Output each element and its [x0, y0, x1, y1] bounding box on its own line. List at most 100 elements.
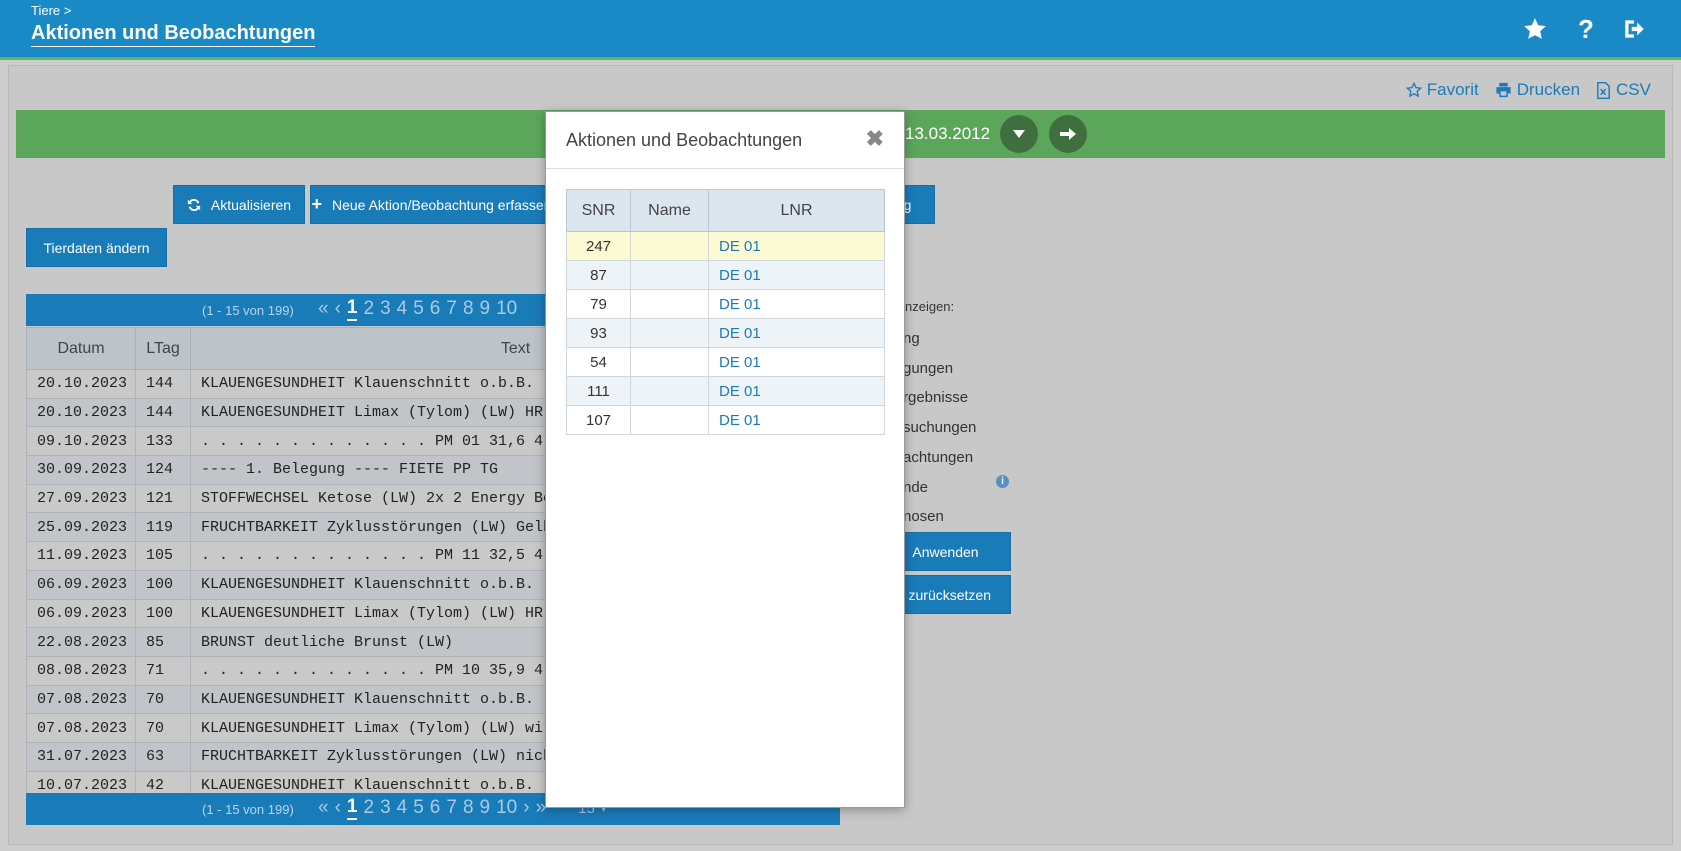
- col-datum[interactable]: Datum: [26, 327, 136, 370]
- refresh-icon: [187, 198, 201, 211]
- favorit-link[interactable]: Favorit: [1405, 80, 1479, 100]
- filter-item[interactable]: rgebnisse: [903, 389, 968, 406]
- cell-datum: 25.09.2023: [26, 512, 136, 543]
- cell-ltag: 144: [135, 369, 191, 399]
- cell-ltag: 133: [135, 426, 191, 457]
- modal-row[interactable]: 107 DE 01: [566, 405, 885, 435]
- modal-row[interactable]: 54 DE 01: [566, 347, 885, 377]
- cell-lnr[interactable]: DE 01: [708, 231, 885, 261]
- page-link[interactable]: 5: [413, 797, 424, 819]
- cell-datum: 22.08.2023: [26, 627, 136, 657]
- page-link[interactable]: 7: [446, 298, 457, 320]
- cell-datum: 20.10.2023: [26, 369, 136, 399]
- logout-icon[interactable]: [1620, 14, 1650, 44]
- col-lnr[interactable]: LNR: [708, 189, 885, 232]
- page-link[interactable]: 4: [397, 797, 408, 819]
- breadcrumb[interactable]: Tiere >: [31, 3, 71, 18]
- filter-item[interactable]: gungen: [903, 360, 953, 377]
- modal-row[interactable]: 111 DE 01: [566, 376, 885, 406]
- star-icon[interactable]: [1520, 14, 1550, 44]
- filter-item[interactable]: suchungen: [903, 419, 976, 436]
- page-link[interactable]: 7: [446, 797, 457, 819]
- cell-name: [630, 318, 709, 348]
- page-link[interactable]: 10: [496, 298, 517, 320]
- cell-lnr[interactable]: DE 01: [708, 376, 885, 406]
- filter-item[interactable]: achtungen: [903, 449, 973, 466]
- page-link[interactable]: 2: [363, 298, 374, 320]
- modal-header: Aktionen und Beobachtungen ✖: [546, 112, 904, 169]
- csv-label: CSV: [1616, 80, 1651, 99]
- cell-datum: 27.09.2023: [26, 483, 136, 514]
- cell-ltag: 100: [135, 598, 191, 629]
- first-page-icon[interactable]: «: [318, 797, 329, 819]
- page-link[interactable]: 8: [463, 298, 474, 320]
- cell-name: [630, 347, 709, 377]
- anwenden-label: Anwenden: [912, 543, 979, 560]
- page-link[interactable]: 3: [380, 298, 391, 320]
- filter-item[interactable]: nde: [903, 479, 928, 496]
- col-name[interactable]: Name: [630, 189, 709, 232]
- next-page-icon[interactable]: ›: [523, 797, 529, 819]
- page-title[interactable]: Aktionen und Beobachtungen: [31, 22, 316, 47]
- neue-aktion-button[interactable]: + Neue Aktion/Beobachtung erfassen: [310, 185, 553, 224]
- modal-row[interactable]: 93 DE 01: [566, 318, 885, 348]
- page-link[interactable]: 9: [480, 797, 491, 819]
- cell-name: [630, 231, 709, 261]
- cell-lnr[interactable]: DE 01: [708, 405, 885, 435]
- neue-aktion-label: Neue Aktion/Beobachtung erfassen: [332, 196, 552, 213]
- tierdaten-label: Tierdaten ändern: [43, 239, 150, 256]
- cell-datum: 11.09.2023: [26, 541, 136, 571]
- favorit-label: Favorit: [1426, 80, 1479, 99]
- aktualisieren-label: Aktualisieren: [210, 196, 292, 213]
- modal-row[interactable]: 79 DE 01: [566, 289, 885, 319]
- modal-row[interactable]: 87 DE 01: [566, 260, 885, 290]
- cell-lnr[interactable]: DE 01: [708, 260, 885, 290]
- first-page-icon[interactable]: «: [318, 298, 329, 320]
- page-link[interactable]: 2: [363, 797, 374, 819]
- star-outline-icon: [1405, 82, 1422, 98]
- csv-link[interactable]: CSV: [1596, 80, 1651, 100]
- cell-snr: 93: [566, 318, 631, 348]
- page-link[interactable]: 3: [380, 797, 391, 819]
- tierdaten-aendern-button[interactable]: Tierdaten ändern: [26, 228, 167, 267]
- date-next-button[interactable]: [1049, 115, 1087, 153]
- cell-datum: 07.08.2023: [26, 713, 136, 743]
- prev-page-icon[interactable]: ‹: [335, 797, 341, 819]
- filter-item[interactable]: nosen: [903, 508, 944, 525]
- page-link[interactable]: 4: [397, 298, 408, 320]
- col-snr[interactable]: SNR: [566, 189, 631, 232]
- page-link[interactable]: 9: [480, 298, 491, 320]
- cell-ltag: 100: [135, 569, 191, 600]
- cell-lnr[interactable]: DE 01: [708, 289, 885, 319]
- col-ltag[interactable]: LTag: [135, 327, 191, 370]
- info-icon[interactable]: i: [996, 475, 1009, 488]
- cell-ltag: 105: [135, 541, 191, 571]
- date-dropdown-button[interactable]: [1000, 115, 1038, 153]
- cell-datum: 06.09.2023: [26, 569, 136, 600]
- help-icon[interactable]: ?: [1571, 14, 1601, 44]
- drucken-label: Drucken: [1516, 80, 1581, 99]
- page-link[interactable]: 6: [430, 797, 441, 819]
- cell-datum: 08.08.2023: [26, 655, 136, 686]
- page-link[interactable]: 8: [463, 797, 474, 819]
- close-icon[interactable]: ✖: [866, 126, 884, 152]
- cell-ltag: 124: [135, 455, 191, 485]
- page-current[interactable]: 1: [346, 796, 358, 820]
- modal-dialog: Aktionen und Beobachtungen ✖ SNR Name LN…: [545, 111, 905, 808]
- drucken-link[interactable]: Drucken: [1495, 80, 1580, 100]
- cell-ltag: 63: [135, 741, 191, 772]
- cell-name: [630, 260, 709, 290]
- cell-lnr[interactable]: DE 01: [708, 318, 885, 348]
- page-link[interactable]: 10: [496, 797, 517, 819]
- modal-row[interactable]: 247 DE 01: [566, 231, 885, 261]
- prev-page-icon[interactable]: ‹: [335, 298, 341, 320]
- filter-item[interactable]: ng: [903, 330, 920, 347]
- caret-down-icon: [1013, 130, 1025, 138]
- cell-lnr[interactable]: DE 01: [708, 347, 885, 377]
- aktualisieren-button[interactable]: Aktualisieren: [173, 185, 305, 224]
- page-link[interactable]: 6: [430, 298, 441, 320]
- cell-ltag: 121: [135, 483, 191, 514]
- cell-ltag: 71: [135, 655, 191, 686]
- page-current[interactable]: 1: [346, 297, 358, 321]
- page-link[interactable]: 5: [413, 298, 424, 320]
